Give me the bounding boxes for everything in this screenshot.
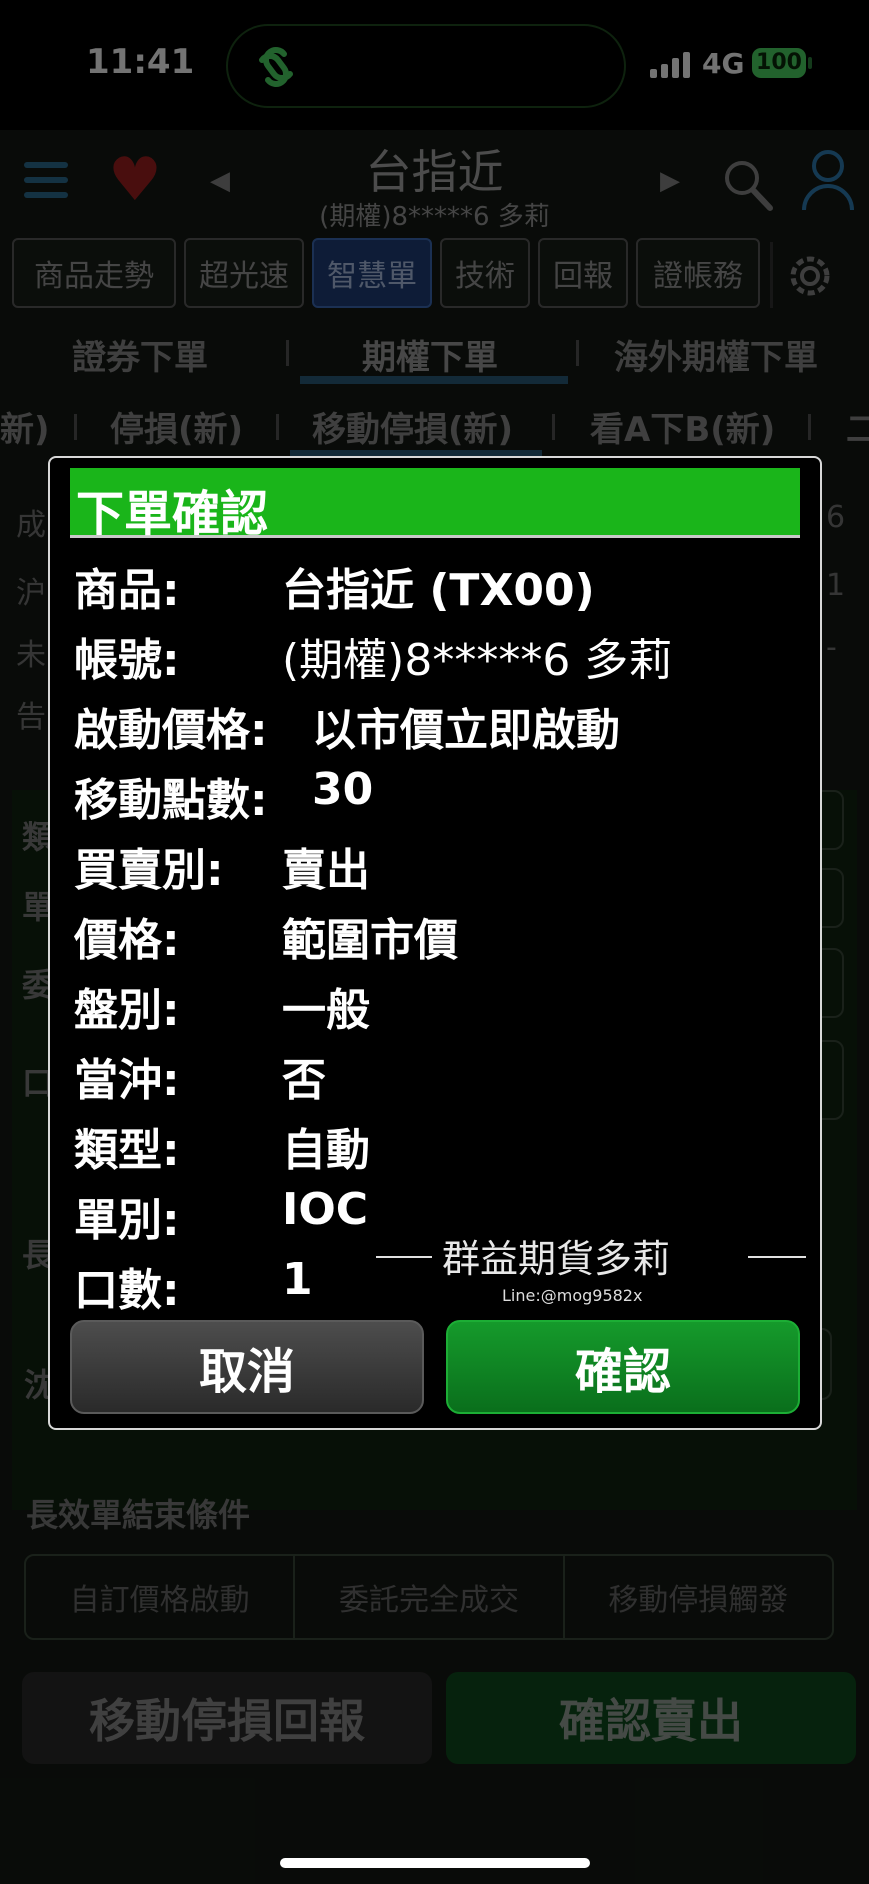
row-label-1: 沪 (16, 576, 46, 611)
cancel-button[interactable]: 取消 (70, 1320, 424, 1414)
toolbar-divider (770, 242, 773, 308)
link-app-icon (259, 47, 293, 87)
tab-divider (552, 414, 555, 440)
toolbar-product-trend[interactable]: 商品走勢 (12, 238, 176, 308)
field-label-order-kind: 單別: (74, 1195, 180, 1246)
watermark: 群益期貨多莉 Line:@mog9582x (376, 1206, 816, 1305)
signal-icon (650, 52, 690, 78)
trailing-stop-report-button[interactable]: 移動停損回報 (22, 1672, 432, 1764)
field-label-product: 商品: (74, 565, 180, 616)
field-label-session: 盤別: (74, 985, 180, 1036)
field-value-day-trade: 否 (282, 1055, 326, 1106)
app-header: ♥ ◀ 台指近 (期權)8*****6 多莉 ▶ (0, 130, 869, 240)
tab-new-partial[interactable]: 新) (0, 402, 50, 451)
network-type: 4G (702, 47, 745, 80)
status-bar: 11:41 4G 100 (0, 0, 869, 130)
toolbar-hyperspeed[interactable]: 超光速 (184, 238, 304, 308)
dynamic-island (226, 24, 626, 108)
toolbar-technical[interactable]: 技術 (440, 238, 530, 308)
search-icon[interactable] (722, 158, 774, 212)
field-label-quantity: 口數: (74, 1265, 180, 1316)
smart-order-tabs: 新) 停損(新) 移動停損(新) 看A下B(新) 二 (0, 392, 869, 457)
watermark-line-right (748, 1256, 806, 1258)
long-term-end-options: 自訂價格啟動 委託完全成交 移動停損觸發 (24, 1554, 834, 1640)
row-label-3: 告 (16, 700, 46, 735)
battery-icon: 100 (752, 48, 806, 78)
order-type-tabs: 證券下單 期權下單 海外期權下單 (0, 320, 869, 384)
field-value-trigger-price: 以市價立即啟動 (312, 705, 620, 756)
field-label-trailing-points: 移動點數: (74, 775, 268, 826)
function-toolbar: 商品走勢 超光速 智慧單 技術 回報 證帳務 (12, 238, 760, 308)
end-option-fully-filled[interactable]: 委託完全成交 (295, 1556, 565, 1638)
watermark-name: 群益期貨多莉 (442, 1237, 671, 1281)
watermark-line-id: Line:@mog9582x (502, 1286, 643, 1305)
active-tab-indicator (300, 376, 568, 384)
confirm-sell-button[interactable]: 確認賣出 (446, 1672, 856, 1764)
dialog-title: 下單確認 (76, 486, 269, 542)
tab-overseas-order[interactable]: 海外期權下單 (614, 330, 818, 379)
toolbar-account[interactable]: 證帳務 (636, 238, 760, 308)
long-term-end-title: 長效單結束條件 (26, 1496, 251, 1534)
field-label-type: 類型: (74, 1125, 180, 1176)
next-product-icon[interactable]: ▶ (660, 166, 680, 196)
field-label-account: 帳號: (74, 635, 180, 686)
row-label-2: 未 (16, 638, 46, 673)
field-value-order-kind: IOC (282, 1184, 369, 1235)
tab-stop-loss[interactable]: 停損(新) (110, 402, 243, 451)
tab-securities-order[interactable]: 證券下單 (72, 330, 208, 379)
user-icon[interactable] (800, 148, 856, 212)
tab-divider (286, 340, 289, 366)
row-value-0: 6 (826, 500, 846, 535)
confirm-button[interactable]: 確認 (446, 1320, 800, 1414)
order-confirm-dialog: 下單確認 商品: 台指近 (TX00) 帳號: (期權)8*****6 多莉 啟… (48, 456, 822, 1430)
row-value-2: - (826, 630, 837, 665)
field-value-type: 自動 (282, 1125, 370, 1176)
tab-trailing-stop[interactable]: 移動停損(新) (312, 402, 513, 451)
row-value-1: 1 (826, 568, 846, 603)
field-value-session: 一般 (282, 985, 370, 1036)
field-label-trigger-price: 啟動價格: (74, 705, 268, 756)
tab-futures-options-order[interactable]: 期權下單 (362, 330, 498, 379)
tab-divider (276, 414, 279, 440)
status-time: 11:41 (86, 42, 195, 82)
field-value-account: (期權)8*****6 多莉 (282, 635, 673, 686)
field-label-price: 價格: (74, 915, 180, 966)
field-value-price: 範圍市價 (282, 915, 458, 966)
gear-icon[interactable] (780, 246, 840, 306)
dialog-header: 下單確認 (70, 468, 800, 542)
home-indicator[interactable] (280, 1858, 590, 1868)
field-label-day-trade: 當沖: (74, 1055, 180, 1106)
tab-divider (808, 414, 811, 440)
tab-watch-a-order-b[interactable]: 看A下B(新) (590, 402, 775, 451)
field-value-product: 台指近 (TX00) (282, 565, 595, 616)
watermark-line-left (376, 1256, 432, 1258)
field-label-side: 買賣別: (74, 845, 224, 896)
tab-divider (576, 340, 579, 366)
end-option-custom-price[interactable]: 自訂價格啟動 (26, 1556, 296, 1638)
tab-next-partial[interactable]: 二 (846, 402, 869, 451)
tab-divider (74, 414, 77, 440)
toolbar-report[interactable]: 回報 (538, 238, 628, 308)
field-value-quantity: 1 (282, 1254, 313, 1305)
field-value-trailing-points: 30 (312, 764, 374, 815)
row-label-0: 成 (16, 508, 46, 543)
battery-tip (808, 57, 812, 69)
end-option-trailing-triggered[interactable]: 移動停損觸發 (565, 1556, 832, 1638)
field-value-side: 賣出 (282, 845, 370, 896)
toolbar-smart-order[interactable]: 智慧單 (312, 238, 432, 308)
